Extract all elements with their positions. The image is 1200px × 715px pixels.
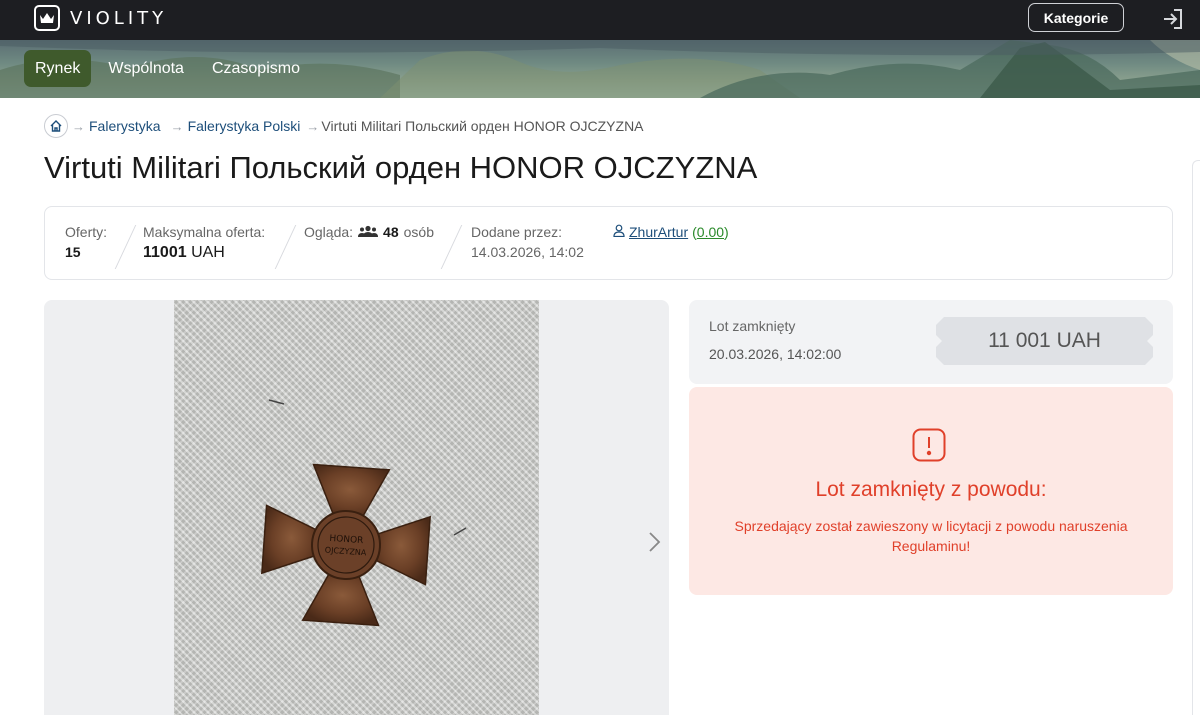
seller-link[interactable]: ZhurArtur xyxy=(629,224,688,240)
divider xyxy=(440,225,463,269)
lot-photo[interactable]: HONOR OJCZYZNA xyxy=(174,300,539,715)
breadcrumb-separator: → xyxy=(306,118,320,134)
warning-icon xyxy=(912,428,946,462)
top-bar: VIOLITY Kategorie xyxy=(0,0,1200,40)
hero-banner: Rynek Wspólnota Czasopismo xyxy=(0,40,1200,98)
logo[interactable]: VIOLITY xyxy=(34,5,167,31)
crown-icon xyxy=(34,5,60,31)
scrollbar-edge xyxy=(1192,160,1200,715)
seller-info: ZhurArtur (0.00) xyxy=(613,224,729,240)
login-icon[interactable] xyxy=(1160,6,1186,32)
main-nav: Rynek Wspólnota Czasopismo xyxy=(24,50,311,87)
breadcrumb-current: Virtuti Militari Польский орден HONOR OJ… xyxy=(321,118,644,134)
alert-title: Lot zamknięty z powodu: xyxy=(815,478,1047,501)
nav-rynek[interactable]: Rynek xyxy=(24,50,92,87)
lot-status-box: Lot zamknięty 20.03.2026, 14:02:00 11 00… xyxy=(689,300,1173,384)
image-gallery[interactable]: HONOR OJCZYZNA xyxy=(44,300,669,715)
offers-label: Oferty: xyxy=(65,224,108,240)
breadcrumb-falerystyka[interactable]: Falerystyka xyxy=(89,118,161,134)
max-offer-amount: 11001 xyxy=(143,244,187,261)
home-icon[interactable] xyxy=(44,114,68,138)
breadcrumb-separator: → xyxy=(170,118,184,134)
watching-unit: osób xyxy=(403,224,434,240)
people-icon xyxy=(358,224,379,240)
breadcrumb-separator: → xyxy=(72,118,85,134)
max-offer-info: Maksymalna oferta: 11001 UAH xyxy=(143,224,265,262)
breadcrumb-falerystyka-polski[interactable]: Falerystyka Polski xyxy=(188,118,301,134)
offers-info: Oferty: 15 xyxy=(65,224,107,260)
max-offer-currency: UAH xyxy=(191,244,225,261)
divider xyxy=(274,225,297,269)
page-title: Virtuti Militari Польский орден HONOR OJ… xyxy=(44,150,758,185)
categories-button[interactable]: Kategorie xyxy=(1028,3,1124,32)
brand-name: VIOLITY xyxy=(70,7,168,29)
chevron-right-icon[interactable] xyxy=(644,530,664,554)
nav-czasopismo[interactable]: Czasopismo xyxy=(201,50,311,87)
lot-closed-label: Lot zamknięty xyxy=(709,318,796,334)
alert-message: Sprzedający został zawieszony w licytacj… xyxy=(734,518,1128,554)
lot-info-box: Oferty: 15 Maksymalna oferta: 11001 UAH … xyxy=(44,206,1173,280)
watching-label: Ogląda: xyxy=(304,224,354,240)
cross-medal-image: HONOR OJCZYZNA xyxy=(261,399,467,627)
added-by-info: Dodane przez: 14.03.2026, 14:02 xyxy=(471,224,584,260)
max-offer-label: Maksymalna oferta: xyxy=(143,224,266,240)
offers-value: 15 xyxy=(65,244,81,260)
lot-closed-date: 20.03.2026, 14:02:00 xyxy=(709,346,842,362)
final-price: 11 001 UAH xyxy=(936,317,1153,365)
watching-info: Ogląda: 48 osób xyxy=(304,224,434,240)
seller-rating[interactable]: 0.00 xyxy=(697,224,724,240)
added-date: 14.03.2026, 14:02 xyxy=(471,244,584,260)
breadcrumb: → Falerystyka → Falerystyka Polski → Vir… xyxy=(44,114,644,138)
user-icon xyxy=(613,224,625,240)
nav-wspolnota[interactable]: Wspólnota xyxy=(97,50,195,87)
added-by-label: Dodane przez: xyxy=(471,224,563,240)
watching-count: 48 xyxy=(383,224,399,240)
divider xyxy=(114,225,137,269)
lot-closed-alert: Lot zamknięty z powodu: Sprzedający zost… xyxy=(689,387,1173,595)
